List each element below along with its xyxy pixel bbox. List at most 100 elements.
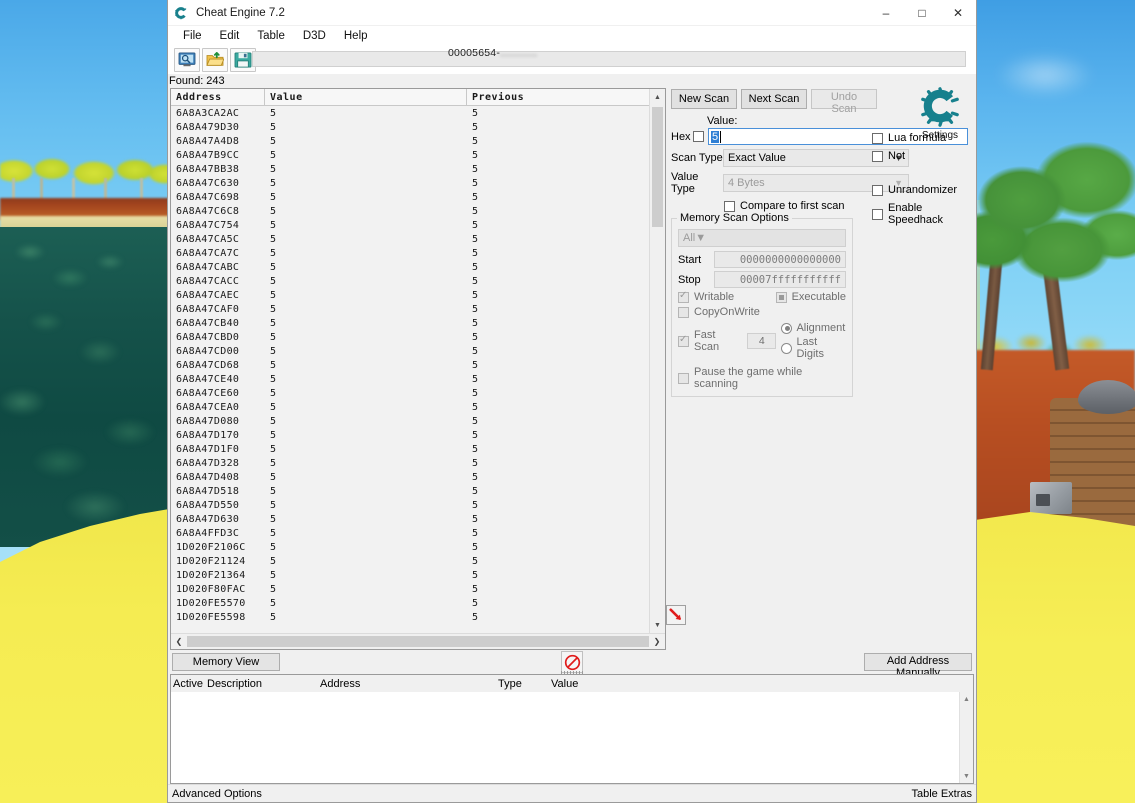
not-checkbox[interactable] xyxy=(872,150,883,162)
last-digits-radio[interactable] xyxy=(781,342,793,354)
address-list-row[interactable]: 6A8A47CAEC 5 5 xyxy=(171,288,665,302)
address-list-row[interactable]: 6A8A47C6C8 5 5 xyxy=(171,204,665,218)
address-list-row[interactable]: 1D020FE5570 5 5 xyxy=(171,596,665,610)
stop-scan-button[interactable] xyxy=(561,651,583,675)
address-list-row[interactable]: 1D020F2106C 5 5 xyxy=(171,540,665,554)
address-list-row[interactable]: 6A8A47CE60 5 5 xyxy=(171,386,665,400)
executable-label: Executable xyxy=(791,291,846,303)
advanced-options-link[interactable]: Advanced Options xyxy=(172,788,262,800)
hscroll-track[interactable] xyxy=(187,634,649,649)
menu-d3d[interactable]: D3D xyxy=(294,28,335,44)
address-list-row[interactable]: 6A8A47CE40 5 5 xyxy=(171,372,665,386)
address-list-row[interactable]: 6A8A47C630 5 5 xyxy=(171,176,665,190)
fast-scan-value-input[interactable]: 4 xyxy=(747,333,777,349)
address-list-row[interactable]: 6A8A47CA7C 5 5 xyxy=(171,246,665,260)
address-list-row[interactable]: 6A8A47CA5C 5 5 xyxy=(171,232,665,246)
address-list-row[interactable]: 6A8A47D328 5 5 xyxy=(171,456,665,470)
cheat-col-type[interactable]: Type xyxy=(496,678,549,690)
memory-view-button[interactable]: Memory View xyxy=(172,653,280,671)
hex-checkbox[interactable] xyxy=(693,131,704,142)
compare-first-scan-checkbox[interactable] xyxy=(724,200,735,212)
select-process-button[interactable] xyxy=(174,48,200,72)
address-list-row[interactable]: 1D020F21124 5 5 xyxy=(171,554,665,568)
address-list-row[interactable]: 6A8A47D630 5 5 xyxy=(171,512,665,526)
address-list-row[interactable]: 6A8A47CBD0 5 5 xyxy=(171,330,665,344)
cheat-scroll-up-icon[interactable]: ▲ xyxy=(960,692,973,706)
cell-address: 6A8A3CA2AC xyxy=(176,107,240,119)
address-list-row[interactable]: 6A8A47D550 5 5 xyxy=(171,498,665,512)
lua-formula-checkbox[interactable] xyxy=(872,132,883,144)
copyonwrite-checkbox[interactable] xyxy=(678,306,689,318)
address-list-row[interactable]: 6A8A47D518 5 5 xyxy=(171,484,665,498)
enable-speedhack-checkbox[interactable] xyxy=(872,208,883,220)
hex-label: Hex xyxy=(671,130,691,143)
fast-scan-checkbox[interactable] xyxy=(678,334,689,347)
scroll-right-arrow-icon[interactable]: ❯ xyxy=(649,634,665,649)
scroll-left-arrow-icon[interactable]: ❮ xyxy=(171,634,187,649)
address-list-row[interactable]: 6A8A47CD00 5 5 xyxy=(171,344,665,358)
alignment-radio[interactable] xyxy=(781,322,793,334)
hscroll-thumb[interactable] xyxy=(187,636,649,647)
maximize-button[interactable]: □ xyxy=(904,0,940,26)
address-list-row[interactable]: 6A8A47A4D8 5 5 xyxy=(171,134,665,148)
start-address-input[interactable]: 0000000000000000 xyxy=(714,251,846,268)
menu-help[interactable]: Help xyxy=(335,28,377,44)
address-list-row[interactable]: 6A8A47CB40 5 5 xyxy=(171,316,665,330)
add-address-manually-button[interactable]: Add Address Manually xyxy=(864,653,972,679)
menu-file[interactable]: File xyxy=(174,28,211,44)
vscroll-thumb[interactable] xyxy=(652,107,663,227)
pause-game-checkbox[interactable] xyxy=(678,372,689,384)
cheat-table-body[interactable] xyxy=(171,692,973,783)
address-list-row[interactable]: 6A8A47BB38 5 5 xyxy=(171,162,665,176)
column-header-previous[interactable]: Previous xyxy=(467,89,665,105)
address-list-vscrollbar[interactable]: ▲ ▼ xyxy=(649,89,665,633)
scroll-up-arrow-icon[interactable]: ▲ xyxy=(650,89,665,105)
address-list-row[interactable]: 6A8A47D1F0 5 5 xyxy=(171,442,665,456)
cheat-scroll-down-icon[interactable]: ▼ xyxy=(960,769,973,783)
minimize-button[interactable]: – xyxy=(868,0,904,26)
address-list-row[interactable]: 6A8A47C698 5 5 xyxy=(171,190,665,204)
menu-edit[interactable]: Edit xyxy=(211,28,249,44)
add-selected-addresses-button[interactable] xyxy=(666,605,686,625)
new-scan-button[interactable]: New Scan xyxy=(671,89,737,109)
menu-table[interactable]: Table xyxy=(248,28,294,44)
unrandomizer-checkbox[interactable] xyxy=(872,184,883,196)
open-folder-button[interactable] xyxy=(202,48,228,72)
memory-region-dropdown[interactable]: All ▼ xyxy=(678,229,846,247)
address-list-row[interactable]: 6A8A47D080 5 5 xyxy=(171,414,665,428)
next-scan-button[interactable]: Next Scan xyxy=(741,89,807,109)
undo-scan-button[interactable]: Undo Scan xyxy=(811,89,877,115)
stop-address-input[interactable]: 00007fffffffffff xyxy=(714,271,846,288)
address-list-row[interactable]: 6A8A47D408 5 5 xyxy=(171,470,665,484)
address-list-row[interactable]: 1D020F80FAC 5 5 xyxy=(171,582,665,596)
cheat-table-vscrollbar[interactable]: ▲ ▼ xyxy=(959,692,973,783)
address-list-body[interactable]: 6A8A3CA2AC 5 5 6A8A479D30 5 5 6A8A47A4D8 5 5 6A8A… xyxy=(171,106,665,649)
address-list-row[interactable]: 6A8A479D30 5 5 xyxy=(171,120,665,134)
scroll-down-arrow-icon[interactable]: ▼ xyxy=(650,617,665,633)
address-list-row[interactable]: 6A8A47CABC 5 5 xyxy=(171,260,665,274)
address-list-row[interactable]: 6A8A3CA2AC 5 5 xyxy=(171,106,665,120)
address-list-row[interactable]: 6A8A47CAF0 5 5 xyxy=(171,302,665,316)
cheat-col-address[interactable]: Address xyxy=(318,678,496,690)
address-list-row[interactable]: 6A8A4FFD3C 5 5 xyxy=(171,526,665,540)
cheat-col-value[interactable]: Value xyxy=(549,678,578,690)
cheat-col-active[interactable]: Active xyxy=(171,678,205,690)
alignment-radio-row[interactable]: Alignment xyxy=(781,322,846,334)
address-list-row[interactable]: 6A8A47D170 5 5 xyxy=(171,428,665,442)
executable-checkbox[interactable] xyxy=(775,291,787,303)
address-list-row[interactable]: 6A8A47CEA0 5 5 xyxy=(171,400,665,414)
cheat-col-description[interactable]: Description xyxy=(205,678,318,690)
last-digits-radio-row[interactable]: Last Digits xyxy=(781,336,846,360)
address-list-row[interactable]: 6A8A47CD68 5 5 xyxy=(171,358,665,372)
close-button[interactable]: ✕ xyxy=(940,0,976,26)
column-header-address[interactable]: Address xyxy=(171,89,265,105)
address-list-hscrollbar[interactable]: ❮ ❯ xyxy=(171,633,665,649)
address-list-row[interactable]: 6A8A47B9CC 5 5 xyxy=(171,148,665,162)
address-list-row[interactable]: 6A8A47CACC 5 5 xyxy=(171,274,665,288)
address-list-row[interactable]: 6A8A47C754 5 5 xyxy=(171,218,665,232)
writable-checkbox[interactable] xyxy=(678,290,689,303)
column-header-value[interactable]: Value xyxy=(265,89,467,105)
address-list-row[interactable]: 1D020F21364 5 5 xyxy=(171,568,665,582)
address-list-row[interactable]: 1D020FE5598 5 5 xyxy=(171,610,665,624)
table-extras-link[interactable]: Table Extras xyxy=(911,788,972,800)
